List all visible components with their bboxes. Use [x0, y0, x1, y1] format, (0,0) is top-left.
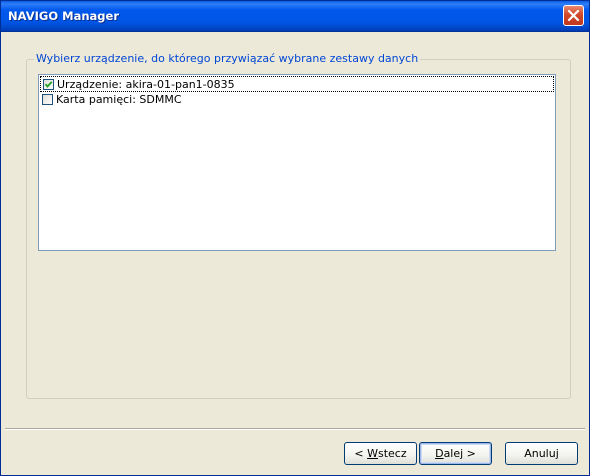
- checkmark-icon: [44, 81, 53, 88]
- close-button[interactable]: [563, 5, 584, 26]
- memory-card-label: Karta pamięci: SDMMC: [56, 93, 182, 106]
- close-icon: [567, 9, 580, 22]
- next-mnemonic: D: [435, 447, 444, 460]
- dialog-window: NAVIGO Manager Wybierz urządzenie, do kt…: [0, 0, 590, 476]
- title-bar[interactable]: NAVIGO Manager: [1, 1, 589, 32]
- memory-card-checkbox[interactable]: [42, 94, 53, 105]
- next-button[interactable]: Dalej >: [419, 442, 492, 465]
- back-button[interactable]: < Wstecz: [344, 442, 417, 465]
- back-prefix: <: [354, 447, 368, 460]
- group-label: Wybierz urządzenie, do którego przywiąza…: [34, 52, 421, 65]
- back-label-rest: stecz: [377, 447, 407, 460]
- button-separator: [5, 428, 585, 430]
- dialog-content: Wybierz urządzenie, do którego przywiąza…: [5, 32, 585, 473]
- next-label-rest: alej >: [443, 447, 476, 460]
- cancel-button[interactable]: Anuluj: [505, 442, 578, 465]
- device-label: Urządzenie: akira-01-pan1-0835: [57, 78, 235, 91]
- list-item[interactable]: Karta pamięci: SDMMC: [40, 92, 554, 108]
- list-item[interactable]: Urządzenie: akira-01-pan1-0835: [40, 76, 554, 92]
- device-list[interactable]: Urządzenie: akira-01-pan1-0835 Karta pam…: [38, 74, 556, 251]
- back-mnemonic: W: [367, 447, 378, 460]
- device-checkbox[interactable]: [43, 79, 54, 90]
- window-title: NAVIGO Manager: [8, 9, 119, 23]
